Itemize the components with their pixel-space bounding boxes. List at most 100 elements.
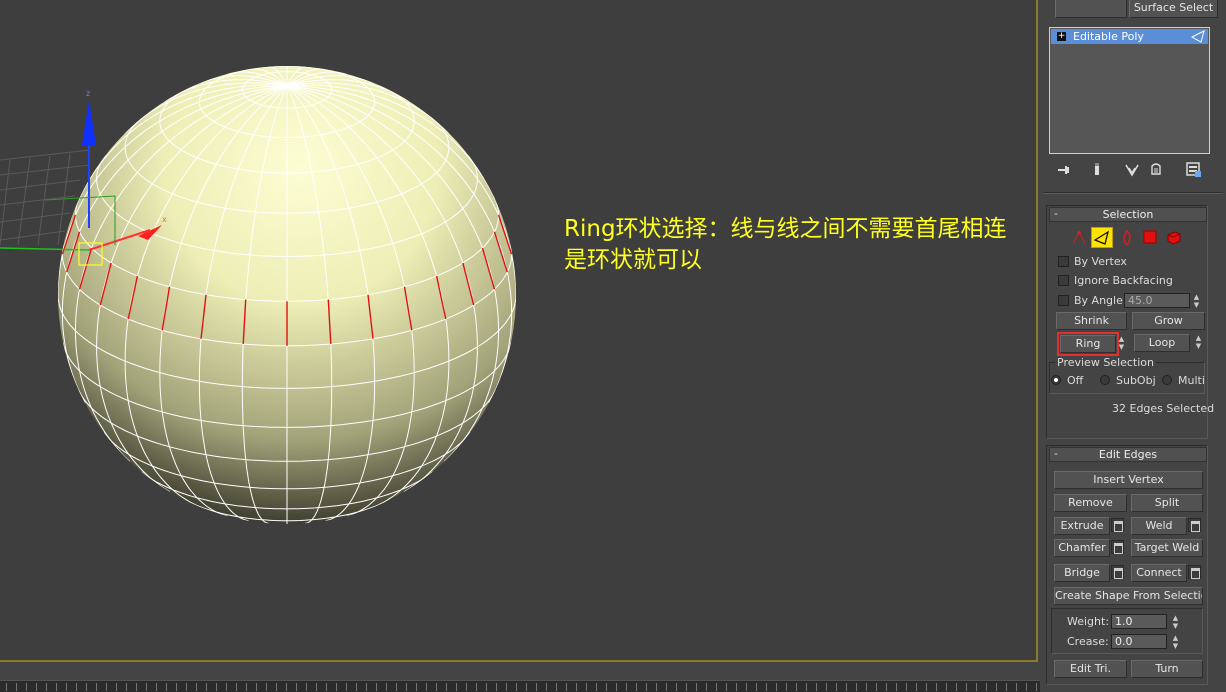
- surface-select-button[interactable]: Surface Select: [1129, 0, 1218, 18]
- ring-spinner[interactable]: ▲ ▼: [1117, 335, 1126, 351]
- timeline-tick: [566, 683, 567, 691]
- timeline-tick: [1006, 683, 1007, 691]
- x-axis-label: x: [162, 215, 167, 224]
- collapse-minus-icon[interactable]: -: [1054, 207, 1058, 220]
- weld-settings-icon[interactable]: [1188, 518, 1201, 532]
- turn-button[interactable]: Turn: [1131, 660, 1203, 678]
- timeline-tick: [756, 683, 757, 691]
- chamfer-settings-icon[interactable]: [1111, 540, 1124, 554]
- timeline-tick: [296, 683, 297, 691]
- timeline-tick: [376, 683, 377, 691]
- timeline-tick: [816, 683, 817, 691]
- timeline-tick: [406, 683, 407, 691]
- ring-button[interactable]: Ring: [1057, 332, 1119, 356]
- timeline-tick: [886, 683, 887, 691]
- timeline-tick: [696, 683, 697, 691]
- element-icon[interactable]: [1166, 229, 1182, 245]
- timeline-tick: [456, 683, 457, 691]
- remove-modifier-icon[interactable]: [1148, 161, 1164, 177]
- collapse-minus-icon[interactable]: -: [1054, 447, 1058, 460]
- timeline-tick: [316, 683, 317, 691]
- preview-off-radio[interactable]: [1051, 375, 1061, 385]
- angle-spinner[interactable]: ▲ ▼: [1192, 293, 1201, 309]
- timeline-tick: [206, 683, 207, 691]
- command-panel: Surface Select + Editable Poly - Selecti…: [1040, 0, 1226, 692]
- timeline-tick: [466, 683, 467, 691]
- blank-button[interactable]: [1055, 0, 1127, 18]
- timeline-tick: [866, 683, 867, 691]
- timeline-track[interactable]: [0, 680, 1040, 692]
- border-icon[interactable]: [1119, 229, 1135, 247]
- polygon-icon[interactable]: [1143, 230, 1157, 244]
- selection-rollout-header[interactable]: - Selection: [1049, 207, 1207, 222]
- weight-field[interactable]: 1.0: [1111, 614, 1167, 629]
- weld-button[interactable]: Weld: [1131, 517, 1187, 535]
- vertex-icon[interactable]: [1070, 229, 1088, 247]
- timeline-tick: [426, 683, 427, 691]
- timeline-tick: [906, 683, 907, 691]
- timeline-tick: [746, 683, 747, 691]
- insert-vertex-button[interactable]: Insert Vertex: [1054, 471, 1203, 489]
- modifier-stack-list[interactable]: + Editable Poly: [1049, 27, 1210, 154]
- perspective-viewport[interactable]: z x Ring环状选择：线与线之间不需要首尾相连 是环状就可以: [0, 0, 1038, 662]
- annotation-line-1: Ring环状选择：线与线之间不需要首尾相连: [564, 216, 1007, 242]
- grow-button[interactable]: Grow: [1132, 312, 1205, 330]
- angle-field[interactable]: 45.0: [1124, 293, 1190, 308]
- panel-separator: [1043, 192, 1223, 194]
- configure-modifier-sets-icon[interactable]: [1185, 161, 1203, 179]
- timeline-tick: [486, 683, 487, 691]
- edge-icon[interactable]: [1091, 227, 1113, 248]
- timeline-tick: [106, 683, 107, 691]
- edit-edges-rollout-header[interactable]: - Edit Edges: [1049, 447, 1207, 462]
- timeline-tick: [56, 683, 57, 691]
- preview-multi-radio[interactable]: [1162, 375, 1172, 385]
- by-vertex-checkbox[interactable]: [1058, 256, 1069, 267]
- connect-button[interactable]: Connect: [1131, 564, 1187, 582]
- timeline-tick: [186, 683, 187, 691]
- extrude-settings-icon[interactable]: [1111, 518, 1124, 532]
- sphere-object[interactable]: [58, 66, 516, 524]
- timeline-tick: [156, 683, 157, 691]
- loop-button[interactable]: Loop: [1134, 334, 1190, 352]
- show-end-result-icon[interactable]: [1089, 161, 1105, 177]
- split-button[interactable]: Split: [1131, 494, 1203, 512]
- stack-item-editable-poly[interactable]: + Editable Poly: [1051, 29, 1208, 44]
- bridge-button[interactable]: Bridge: [1054, 564, 1110, 582]
- extrude-button[interactable]: Extrude: [1054, 517, 1110, 535]
- bridge-settings-icon[interactable]: [1111, 565, 1124, 579]
- timeline-tick: [226, 683, 227, 691]
- preview-subobj-radio[interactable]: [1100, 375, 1110, 385]
- by-angle-checkbox[interactable]: [1058, 295, 1069, 306]
- create-shape-from-selection-button[interactable]: Create Shape From Selection: [1054, 587, 1203, 605]
- crease-label: Crease:: [1067, 635, 1109, 648]
- timeline-tick: [616, 683, 617, 691]
- timeline-tick: [496, 683, 497, 691]
- chamfer-button[interactable]: Chamfer: [1054, 539, 1110, 557]
- weight-spinner[interactable]: ▲ ▼: [1171, 614, 1180, 630]
- shrink-button[interactable]: Shrink: [1056, 312, 1127, 330]
- z-axis-arrow[interactable]: [82, 100, 96, 145]
- remove-button[interactable]: Remove: [1054, 494, 1127, 512]
- edit-triangulation-button[interactable]: Edit Tri.: [1054, 660, 1127, 678]
- timeline-tick: [536, 683, 537, 691]
- crease-spinner[interactable]: ▲ ▼: [1171, 634, 1180, 650]
- weight-label: Weight:: [1067, 615, 1110, 628]
- timeline-tick: [276, 683, 277, 691]
- stack-toolbar: [1048, 159, 1214, 181]
- viewport-scene[interactable]: z x: [0, 0, 1038, 662]
- annotation-text: Ring环状选择：线与线之间不需要首尾相连 是环状就可以: [564, 214, 1007, 276]
- make-unique-icon[interactable]: [1124, 162, 1140, 178]
- pin-stack-icon[interactable]: [1056, 162, 1072, 178]
- timeline-tick: [946, 683, 947, 691]
- ignore-backfacing-checkbox[interactable]: [1058, 275, 1069, 286]
- preview-off-label: Off: [1067, 374, 1084, 387]
- connect-settings-icon[interactable]: [1188, 565, 1201, 579]
- target-weld-button[interactable]: Target Weld: [1131, 539, 1203, 557]
- timeline-tick: [356, 683, 357, 691]
- crease-field[interactable]: 0.0: [1111, 634, 1167, 649]
- timeline-tick: [1026, 683, 1027, 691]
- expand-plus-icon[interactable]: +: [1057, 32, 1066, 41]
- timeline-tick: [706, 683, 707, 691]
- timeline-tick: [36, 683, 37, 691]
- loop-spinner[interactable]: ▲ ▼: [1194, 334, 1203, 350]
